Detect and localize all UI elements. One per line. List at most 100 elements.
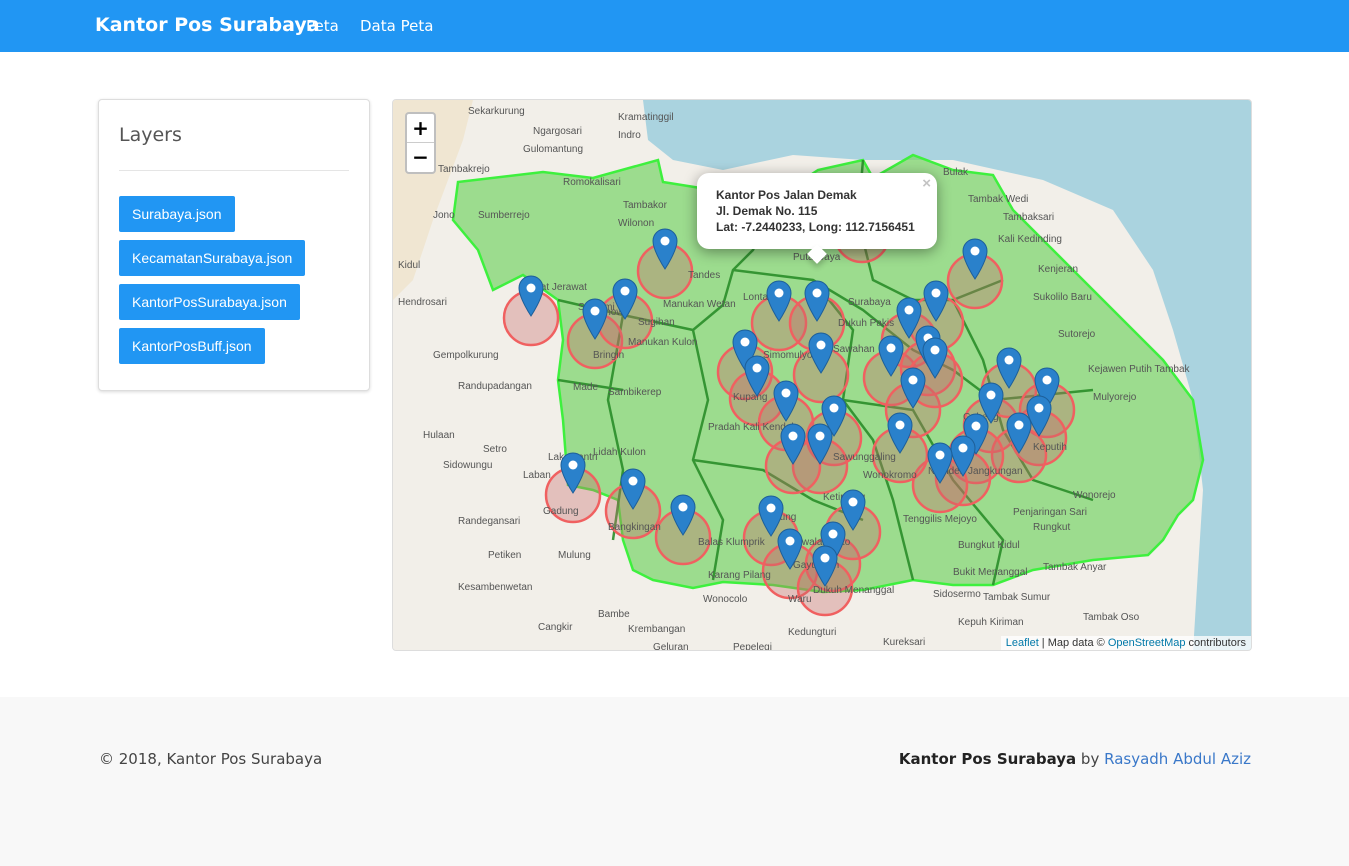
map-attribution: Leaflet | Map data © OpenStreetMap contr… [1000,636,1251,650]
place-label: Tambak Wedi [968,194,1028,205]
place-label: Sumberrejo [478,210,530,221]
place-label: Cangkir [538,622,573,633]
place-label: Penjaringan Sari [1013,507,1087,518]
author-link[interactable]: Rasyadh Abdul Aziz [1104,750,1251,768]
place-label: Kepuh Kiriman [958,617,1024,628]
place-label: Bukit Menanggal [953,567,1028,578]
place-label: Setro [483,444,507,455]
place-label: Simomulyo [763,350,813,361]
place-label: Bungkut Kidul [958,540,1020,551]
place-label: Tambak Oso [1083,612,1140,623]
footer-credit: Kantor Pos Surabaya by Rasyadh Abdul Azi… [899,750,1251,768]
place-label: Sutorejo [1058,329,1096,340]
place-label: Tambakrejo [438,164,490,175]
popup-coords: Lat: -7.2440233, Long: 112.7156451 [716,220,915,234]
place-label: Sidowungu [443,460,492,471]
place-label: Dukuh Menanggal [813,585,894,596]
place-label: Balas Klumprik [698,537,766,548]
zoom-control: + − [405,112,436,174]
place-label: Romokalisari [563,177,621,188]
place-label: Petiken [488,550,521,561]
copyright-text: © 2018, Kantor Pos Surabaya [99,750,323,768]
place-label: Dukuh Pakis [838,318,894,329]
place-label: Sekarkurung [468,106,525,117]
place-label: Tambakor [623,200,668,211]
place-label: Kupang [733,392,767,403]
layers-title: Layers [119,124,182,146]
place-label: Tandes [688,270,720,281]
place-label: Randegansari [458,516,520,527]
attribution-text: | Map data © [1038,637,1108,649]
layer-button-kecamatan[interactable]: KecamatanSurabaya.json [119,240,306,276]
place-label: Kali Kedinding [998,234,1062,245]
place-label: Krembangan [628,624,685,635]
place-label: Wilonon [618,218,654,229]
map-container[interactable]: Sekarkurung Kramatinggil Ngargosari Indro Gu… [392,99,1252,651]
place-label: Kureksari [883,637,925,648]
place-label: Kidul [398,260,420,271]
place-label: Kejawen Putih Tambak [1088,364,1191,375]
place-label: Kedungturi [788,627,836,638]
place-label: Sugihan [638,317,675,328]
place-label: Waru [788,594,812,605]
place-label: Indro [618,130,641,141]
place-label: Manukan Wetan [663,299,736,310]
place-label: Gadung [543,506,579,517]
place-label: Keputih [1033,442,1067,453]
place-label: Hendrosari [398,297,447,308]
place-label: Bringin [593,350,624,361]
zoom-out-button[interactable]: − [407,143,434,172]
place-label: Sambikerep [608,387,662,398]
footer-brand: Kantor Pos Surabaya [898,750,1077,768]
layers-panel: Layers Surabaya.json KecamatanSurabaya.j… [98,99,370,391]
place-label: Tambaksari [1003,212,1054,223]
place-label: Mulyorejo [1093,392,1137,403]
place-label: Mulung [558,550,591,561]
place-label: Kenjeran [1038,264,1078,275]
place-label: Tenggilis Mejoyo [903,514,977,525]
place-label: Sawahan [833,344,875,355]
footer-by: by [1080,750,1100,768]
place-label: Sawunggaling [833,452,896,463]
place-label: Tambak Sumur [983,592,1051,603]
leaflet-link[interactable]: Leaflet [1006,637,1039,649]
place-label: Tambak Anyar [1043,562,1107,573]
place-label: Gulomantung [523,144,583,155]
navbar: Kantor Pos Surabaya Peta Data Peta [0,0,1349,52]
place-label: Made [573,382,598,393]
place-label: Bambe [598,609,630,620]
marker-popup: × Kantor Pos Jalan Demak Jl. Demak No. 1… [697,173,937,264]
place-label: Wonokromo [863,470,917,481]
zoom-in-button[interactable]: + [407,114,434,143]
place-label: Geluran [653,642,689,651]
nav-link-peta[interactable]: Peta [306,17,339,35]
place-label: Jono [433,210,455,221]
place-label: Laban [523,470,551,481]
attribution-suffix: contributors [1185,637,1246,649]
place-label: Surabaya [848,297,891,308]
footer: © 2018, Kantor Pos Surabaya Kantor Pos S… [0,697,1349,866]
osm-link[interactable]: OpenStreetMap [1108,637,1186,649]
place-label: Wonocolo [703,594,748,605]
popup-address: Jl. Demak No. 115 [716,204,818,218]
layer-button-kantorpos[interactable]: KantorPosSurabaya.json [119,284,300,320]
place-label: Pepelegi [733,642,772,651]
place-label: Kramatinggil [618,112,674,123]
brand-link[interactable]: Kantor Pos Surabaya [95,14,320,36]
place-label: Pradah Kali Kendal [708,422,794,433]
place-label: Manukan Kulon [628,337,698,348]
main-content: Layers Surabaya.json KecamatanSurabaya.j… [0,52,1349,697]
place-label: Randupadangan [458,381,532,392]
divider [119,170,349,171]
popup-close-button[interactable]: × [922,176,931,192]
place-label: Hulaan [423,430,455,441]
place-label: Rungkut [1033,522,1070,533]
popup-name: Kantor Pos Jalan Demak [716,188,857,202]
layer-button-kantorpos-buff[interactable]: KantorPosBuff.json [119,328,265,364]
place-label: Wonorejo [1073,490,1116,501]
place-label: Kesambenwetan [458,582,533,593]
layer-button-surabaya[interactable]: Surabaya.json [119,196,235,232]
nav-link-data-peta[interactable]: Data Peta [360,17,433,35]
place-label: Gempolkurung [433,350,499,361]
place-label: Ngargosari [533,126,582,137]
